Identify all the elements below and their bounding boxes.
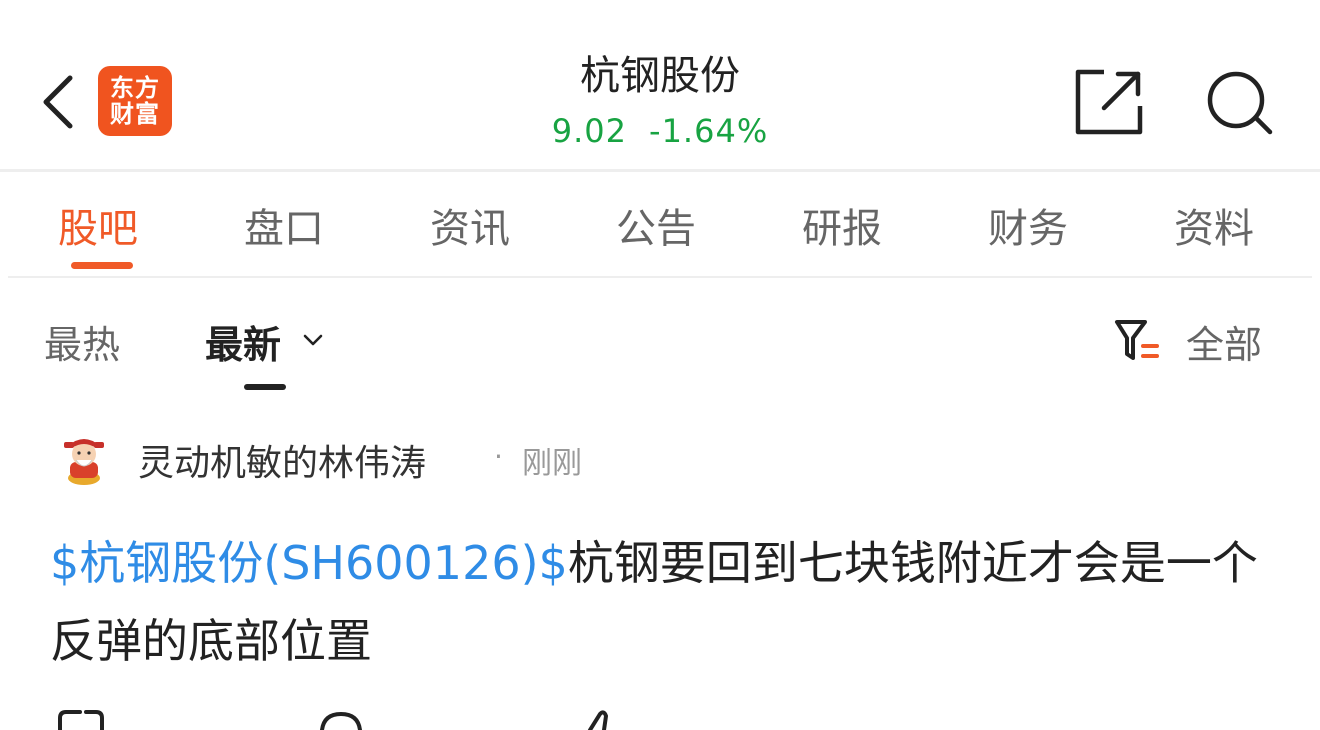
active-tab-indicator	[71, 262, 133, 269]
back-chevron-icon	[43, 75, 73, 129]
stock-name: 杭钢股份	[580, 53, 740, 99]
post-actions	[0, 708, 1320, 730]
tabs-divider	[8, 276, 1312, 278]
share-icon	[1075, 69, 1143, 135]
search-icon	[1207, 71, 1273, 135]
share-action-icon[interactable]	[56, 708, 106, 730]
meta-separator: ·	[494, 440, 503, 473]
app-logo[interactable]: 东方 财富	[98, 66, 172, 136]
tab-news[interactable]: 资讯	[430, 196, 510, 254]
tab-guba[interactable]: 股吧	[58, 196, 138, 254]
filter-label[interactable]: 全部	[1186, 314, 1262, 369]
avatar-icon	[64, 439, 104, 485]
like-icon[interactable]	[580, 708, 620, 730]
tab-profile[interactable]: 资料	[1174, 196, 1254, 254]
post-time: 刚刚	[522, 446, 582, 481]
comment-icon[interactable]	[316, 708, 366, 730]
sort-hot[interactable]: 最热	[44, 314, 120, 369]
tab-bar: 股吧 盘口 资讯 公告 研报 财务 资料	[0, 188, 1320, 269]
tab-announcements[interactable]: 公告	[616, 196, 696, 254]
filter-button[interactable]	[1113, 316, 1161, 364]
logo-line-2: 财富	[110, 100, 160, 128]
tab-research[interactable]: 研报	[802, 196, 882, 254]
back-button[interactable]	[36, 72, 84, 132]
stock-change: -1.64%	[649, 112, 769, 150]
search-button[interactable]	[1204, 68, 1276, 136]
post-content[interactable]: $杭钢股份(SH600126)$杭钢要回到七块钱附近才会是一个反弹的底部位置	[50, 524, 1280, 680]
header-divider	[0, 169, 1320, 172]
share-button[interactable]	[1074, 68, 1144, 136]
sort-dropdown[interactable]	[300, 330, 326, 350]
post-author[interactable]: 灵动机敏的林伟涛	[138, 434, 426, 486]
sort-active-indicator	[244, 384, 286, 390]
tab-finance[interactable]: 财务	[988, 196, 1068, 254]
logo-line-1: 东方	[110, 74, 160, 102]
tab-pankou[interactable]: 盘口	[244, 196, 324, 254]
stock-header: 杭钢股份 9.02 -1.64%	[440, 48, 880, 154]
stock-quote: 9.02 -1.64%	[440, 108, 880, 154]
sort-new[interactable]: 最新	[205, 314, 281, 369]
stock-price: 9.02	[551, 112, 628, 150]
filter-icon	[1115, 320, 1159, 360]
stock-mention-link[interactable]: $杭钢股份(SH600126)$	[50, 536, 568, 590]
chevron-down-icon	[303, 334, 323, 346]
avatar[interactable]	[58, 432, 110, 486]
